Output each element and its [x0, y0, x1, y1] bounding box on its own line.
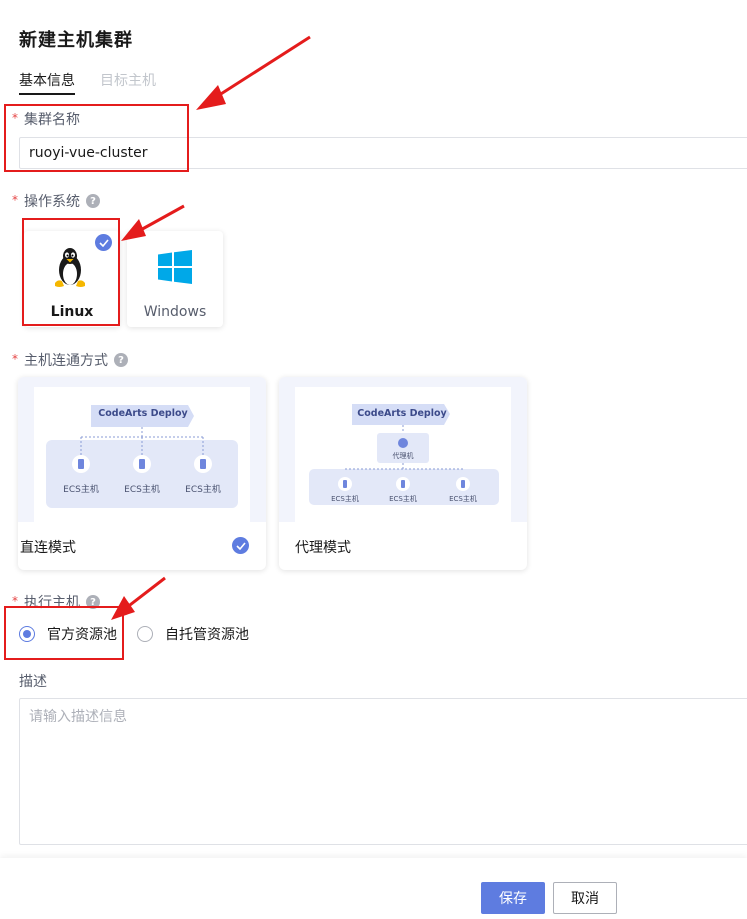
mode-option-proxy[interactable]: CodeArts Deploy 代理机 ECS主机 ECS主机 ECS主机 代理…: [279, 377, 527, 570]
tab-basic-info[interactable]: 基本信息: [19, 70, 75, 90]
direct-mode-illustration: CodeArts Deploy ECS主机 ECS主机 ECS主机: [18, 377, 266, 522]
mode-option-direct[interactable]: CodeArts Deploy ECS主机 ECS主机 ECS主机 直连模式: [18, 377, 266, 570]
radio-label: 自托管资源池: [165, 627, 249, 643]
ecs-node-label: ECS主机: [124, 485, 160, 495]
annotation-box: [4, 104, 189, 172]
deploy-node-label: CodeArts Deploy: [98, 408, 188, 419]
os-label: * 操作系统 ?: [12, 191, 100, 211]
required-mark: *: [12, 352, 18, 366]
radio-self-hosted-pool[interactable]: 自托管资源池: [137, 624, 249, 644]
description-label: 描述: [19, 674, 47, 690]
ecs-node-label: ECS主机: [63, 485, 99, 495]
ecs-node-label: ECS主机: [389, 495, 417, 503]
ecs-node-label: ECS主机: [331, 495, 359, 503]
connection-label-text: 主机连通方式: [24, 353, 108, 369]
footer-bar: [0, 858, 747, 919]
selected-check-icon: [232, 537, 249, 554]
ecs-node-label: ECS主机: [185, 485, 221, 495]
windows-logo-icon: [158, 250, 192, 284]
required-mark: *: [12, 193, 18, 207]
help-icon[interactable]: ?: [86, 194, 100, 208]
active-tab-indicator: [19, 93, 75, 95]
annotation-box: [22, 218, 120, 326]
proxy-mode-illustration: CodeArts Deploy 代理机 ECS主机 ECS主机 ECS主机: [279, 377, 527, 522]
radio-button[interactable]: [137, 626, 153, 642]
annotation-box: [4, 606, 124, 660]
save-button[interactable]: 保存: [481, 882, 545, 914]
mode-option-label: 代理模式: [295, 540, 351, 556]
os-option-label: Windows: [143, 304, 207, 320]
deploy-node-label: CodeArts Deploy: [357, 408, 447, 419]
connection-label: * 主机连通方式 ?: [12, 350, 128, 370]
cancel-button[interactable]: 取消: [553, 882, 617, 914]
mode-option-label: 直连模式: [20, 540, 76, 556]
os-label-text: 操作系统: [24, 194, 80, 210]
description-textarea[interactable]: [19, 698, 747, 845]
help-icon[interactable]: ?: [114, 353, 128, 367]
ecs-node-label: ECS主机: [449, 495, 477, 503]
tab-target-hosts[interactable]: 目标主机: [100, 70, 156, 90]
page-title: 新建主机集群: [19, 30, 133, 51]
proxy-node-label: 代理机: [392, 452, 414, 460]
os-option-windows[interactable]: Windows: [127, 231, 223, 327]
